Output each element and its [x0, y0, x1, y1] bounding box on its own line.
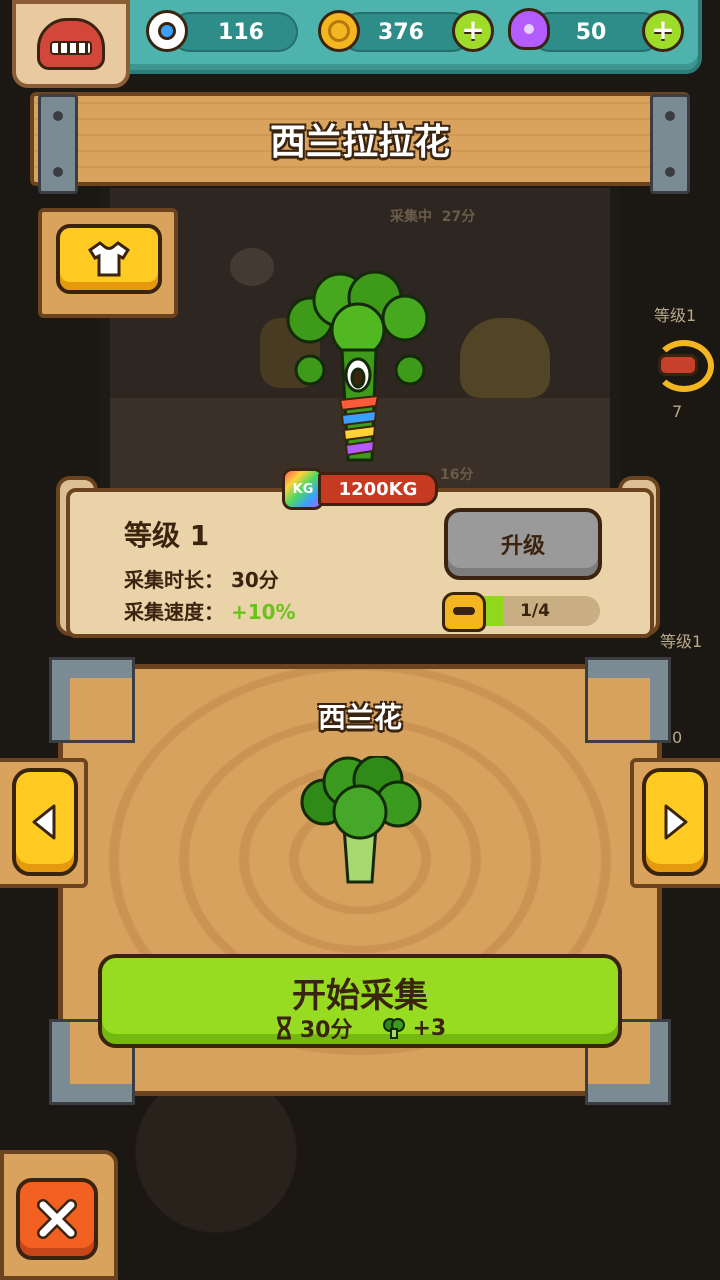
start-harvest-button[interactable]: 开始采集 30分 +3 [98, 954, 622, 1048]
level-label: 等级 1 [124, 519, 210, 552]
close-icon [37, 1199, 77, 1239]
eyeball-counter: 116 [170, 12, 298, 52]
close-button[interactable] [16, 1178, 98, 1260]
side-level-label: 等级1 [654, 306, 697, 325]
duration-row: 采集时长： 30分 [124, 564, 279, 593]
page-title: 西兰拉拉花 [30, 92, 690, 186]
eyeball-count: 116 [218, 19, 264, 45]
skin-button[interactable] [56, 224, 162, 294]
scene-status-tag: 采集中 27分 [390, 209, 476, 225]
side-level-label-2: 等级1 [660, 632, 703, 651]
broccoli-small-icon [383, 1018, 406, 1039]
upgrade-button[interactable]: 升级 [444, 508, 602, 580]
arrow-right-icon [664, 804, 688, 840]
start-harvest-info: 30分 +3 [102, 1012, 618, 1044]
duration-label: 采集时长： [124, 568, 224, 592]
start-yield: +3 [412, 1015, 447, 1041]
potion-icon [508, 8, 550, 50]
thought-bubble-icon [230, 248, 274, 286]
arrow-left-icon [32, 804, 56, 840]
start-harvest-label: 开始采集 [292, 976, 428, 1016]
coin-icon [318, 10, 360, 52]
player-avatar[interactable] [12, 0, 130, 88]
speed-value: +10% [230, 600, 296, 624]
coin-count: 376 [378, 19, 424, 45]
meat-icon [658, 354, 698, 376]
shirt-icon [88, 241, 130, 277]
scene-timer-tag: 16分 [440, 467, 474, 483]
broccoli-creature [286, 270, 429, 462]
background-monster [460, 318, 550, 398]
previous-button[interactable] [12, 768, 78, 876]
monster-head-icon [442, 592, 486, 632]
next-button[interactable] [642, 768, 708, 876]
metal-bracket-right [650, 94, 690, 194]
speed-row: 采集速度： +10% [124, 596, 296, 625]
speed-label: 采集速度： [124, 600, 224, 624]
add-coins-button[interactable]: + [452, 10, 494, 52]
vegetable-name: 西兰花 [317, 701, 402, 734]
start-time: 30分 [299, 1018, 353, 1043]
weight-badge: 1200KG [318, 472, 438, 506]
duration-value: 30分 [230, 568, 279, 592]
hourglass-icon [276, 1016, 291, 1040]
progress-text: 1/4 [520, 601, 550, 621]
potion-count: 50 [575, 19, 607, 45]
eyeball-icon [146, 10, 188, 52]
monster-avatar-icon [37, 18, 105, 70]
metal-bracket-left [38, 94, 78, 194]
side-count: 7 [672, 402, 683, 421]
broccoli-icon [300, 756, 422, 884]
add-potions-button[interactable]: + [642, 10, 684, 52]
upgrade-progress-bar: 1/4 [470, 596, 600, 626]
